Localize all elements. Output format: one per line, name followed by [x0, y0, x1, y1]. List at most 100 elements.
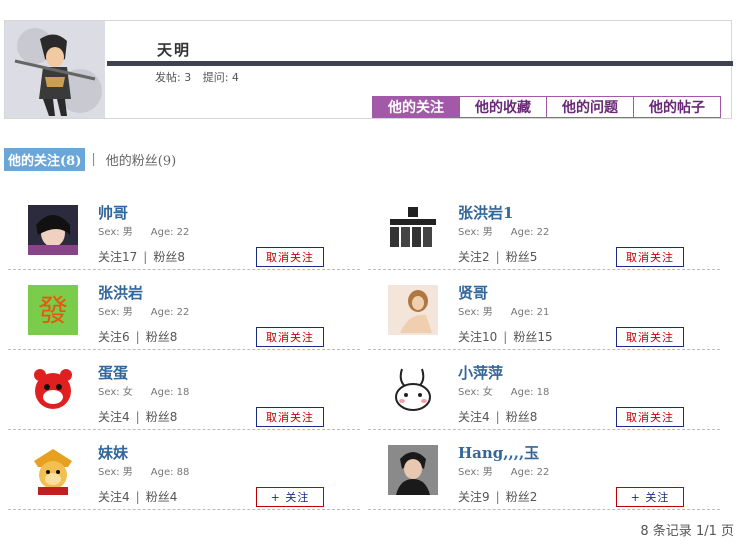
user-avatar[interactable] [28, 445, 78, 495]
unfollow-button[interactable]: 取消关注 [616, 407, 684, 427]
user-name[interactable]: 蛋蛋 [98, 362, 128, 383]
unfollow-button[interactable]: 取消关注 [616, 247, 684, 267]
warrior-avatar-icon [5, 21, 105, 118]
rabbit-icon [388, 365, 438, 415]
monkey-king-icon [28, 445, 78, 495]
user-info: Sex: 女 Age: 18 [458, 383, 549, 398]
user-fans-count: 粉丝15 [513, 330, 553, 344]
user-name[interactable]: 小萍萍 [458, 362, 503, 383]
user-avatar[interactable] [28, 365, 78, 415]
unfollow-button[interactable]: 取消关注 [616, 327, 684, 347]
user-avatar[interactable] [388, 365, 438, 415]
user-counts: 关注4 | 粉丝8 [458, 410, 538, 424]
user-fans-count: 粉丝8 [505, 410, 538, 424]
user-avatar[interactable] [388, 205, 438, 255]
user-age: Age: 22 [510, 227, 550, 238]
user-avatar[interactable]: 發 [28, 285, 78, 335]
user-card: Hang,,,,玉 Sex: 男 Age: 22 关注9 | 粉丝2 + 关注 [368, 430, 720, 510]
user-card: 张洪岩1 Sex: 男 Age: 22 关注2 | 粉丝5 取消关注 [368, 190, 720, 270]
unfollow-button[interactable]: 取消关注 [256, 407, 324, 427]
user-info: Sex: 男 Age: 22 [458, 223, 549, 238]
user-fans-count: 粉丝8 [145, 330, 178, 344]
girl-photo-icon [388, 285, 438, 335]
user-name[interactable]: 贤哥 [458, 282, 488, 303]
user-age: Age: 18 [150, 387, 190, 398]
fortune-character-icon: 發 [28, 285, 78, 335]
user-follow-count: 关注17 [98, 250, 138, 264]
user-fans-count: 粉丝5 [505, 250, 538, 264]
user-name[interactable]: 妹妹 [98, 442, 128, 463]
follow-button[interactable]: + 关注 [256, 487, 324, 507]
user-avatar[interactable] [28, 205, 78, 255]
user-info: Sex: 男 Age: 22 [98, 303, 189, 318]
user-counts: 关注4 | 粉丝4 [98, 490, 178, 504]
user-card: 贤哥 Sex: 男 Age: 21 关注10 | 粉丝15 取消关注 [368, 270, 720, 350]
svg-text:發: 發 [38, 294, 68, 329]
user-card: 妹妹 Sex: 男 Age: 88 关注4 | 粉丝4 + 关注 [8, 430, 360, 510]
user-age: Age: 22 [510, 467, 550, 478]
user-follow-count: 关注6 [98, 330, 130, 344]
profile-card: 天明 发帖: 3 提问: 4 他的关注 他的收藏 他的问题 他的帖子 [4, 20, 733, 119]
user-info: Sex: 男 Age: 21 [458, 303, 549, 318]
follow-button[interactable]: + 关注 [616, 487, 684, 507]
user-age: Age: 18 [510, 387, 550, 398]
user-avatar[interactable] [388, 285, 438, 335]
user-age: Age: 21 [510, 307, 550, 318]
user-name[interactable]: Hang,,,,玉 [458, 442, 539, 463]
subtab-following[interactable]: 他的关注(8) [4, 148, 86, 171]
user-fans-count: 粉丝4 [145, 490, 178, 504]
user-avatar[interactable] [388, 445, 438, 495]
user-sex: Sex: 男 [98, 307, 133, 318]
user-sex: Sex: 男 [458, 467, 493, 478]
user-name[interactable]: 张洪岩1 [458, 202, 513, 223]
user-name[interactable]: 帅哥 [98, 202, 128, 223]
red-cartoon-icon [28, 365, 78, 415]
user-follow-count: 关注4 [458, 410, 490, 424]
subtab-separator: | [91, 152, 96, 167]
user-card: 帅哥 Sex: 男 Age: 22 关注17 | 粉丝8 取消关注 [8, 190, 360, 270]
user-sex: Sex: 男 [98, 467, 133, 478]
pagination-summary: 8 条记录 1/1 页 [640, 524, 734, 539]
user-card: 小萍萍 Sex: 女 Age: 18 关注4 | 粉丝8 取消关注 [368, 350, 720, 430]
user-sex: Sex: 男 [458, 307, 493, 318]
user-sex: Sex: 男 [458, 227, 493, 238]
unfollow-button[interactable]: 取消关注 [256, 247, 324, 267]
user-info: Sex: 男 Age: 22 [98, 223, 189, 238]
profile-stats: 发帖: 3 提问: 4 [155, 69, 247, 85]
subtab-fans[interactable]: 他的粉丝(9) [102, 148, 180, 171]
user-name[interactable]: 张洪岩 [98, 282, 143, 303]
profile-username: 天明 [157, 41, 192, 59]
user-follow-count: 关注4 [98, 490, 130, 504]
user-counts: 关注10 | 粉丝15 [458, 330, 553, 344]
question-count: 提问: 4 [202, 71, 239, 84]
user-fans-count: 粉丝8 [145, 410, 178, 424]
follow-subtabs: 他的关注(8) | 他的粉丝(9) [4, 148, 180, 171]
user-age: Age: 22 [150, 227, 190, 238]
boy-portrait-icon [28, 205, 78, 255]
man-photo-icon [388, 445, 438, 495]
post-count: 发帖: 3 [155, 71, 192, 84]
profile-divider-bar [107, 61, 733, 66]
user-info: Sex: 男 Age: 22 [458, 463, 549, 478]
user-sex: Sex: 女 [98, 387, 133, 398]
poster-icon [388, 205, 438, 255]
profile-tabs: 他的关注 他的收藏 他的问题 他的帖子 [372, 96, 721, 118]
user-info: Sex: 女 Age: 18 [98, 383, 189, 398]
user-follow-count: 关注10 [458, 330, 498, 344]
tab-his-favorites[interactable]: 他的收藏 [459, 96, 547, 118]
profile-avatar [5, 21, 105, 118]
user-age: Age: 88 [150, 467, 190, 478]
user-card: 蛋蛋 Sex: 女 Age: 18 关注4 | 粉丝8 取消关注 [8, 350, 360, 430]
user-counts: 关注9 | 粉丝2 [458, 490, 538, 504]
user-sex: Sex: 女 [458, 387, 493, 398]
unfollow-button[interactable]: 取消关注 [256, 327, 324, 347]
tab-his-questions[interactable]: 他的问题 [546, 96, 634, 118]
user-info: Sex: 男 Age: 88 [98, 463, 189, 478]
tab-his-posts[interactable]: 他的帖子 [633, 96, 721, 118]
user-follow-count: 关注2 [458, 250, 490, 264]
user-sex: Sex: 男 [98, 227, 133, 238]
user-card: 發 张洪岩 Sex: 男 Age: 22 关注6 | 粉丝8 取消关注 [8, 270, 360, 350]
user-counts: 关注2 | 粉丝5 [458, 250, 538, 264]
tab-his-following[interactable]: 他的关注 [372, 96, 460, 118]
user-counts: 关注4 | 粉丝8 [98, 410, 178, 424]
